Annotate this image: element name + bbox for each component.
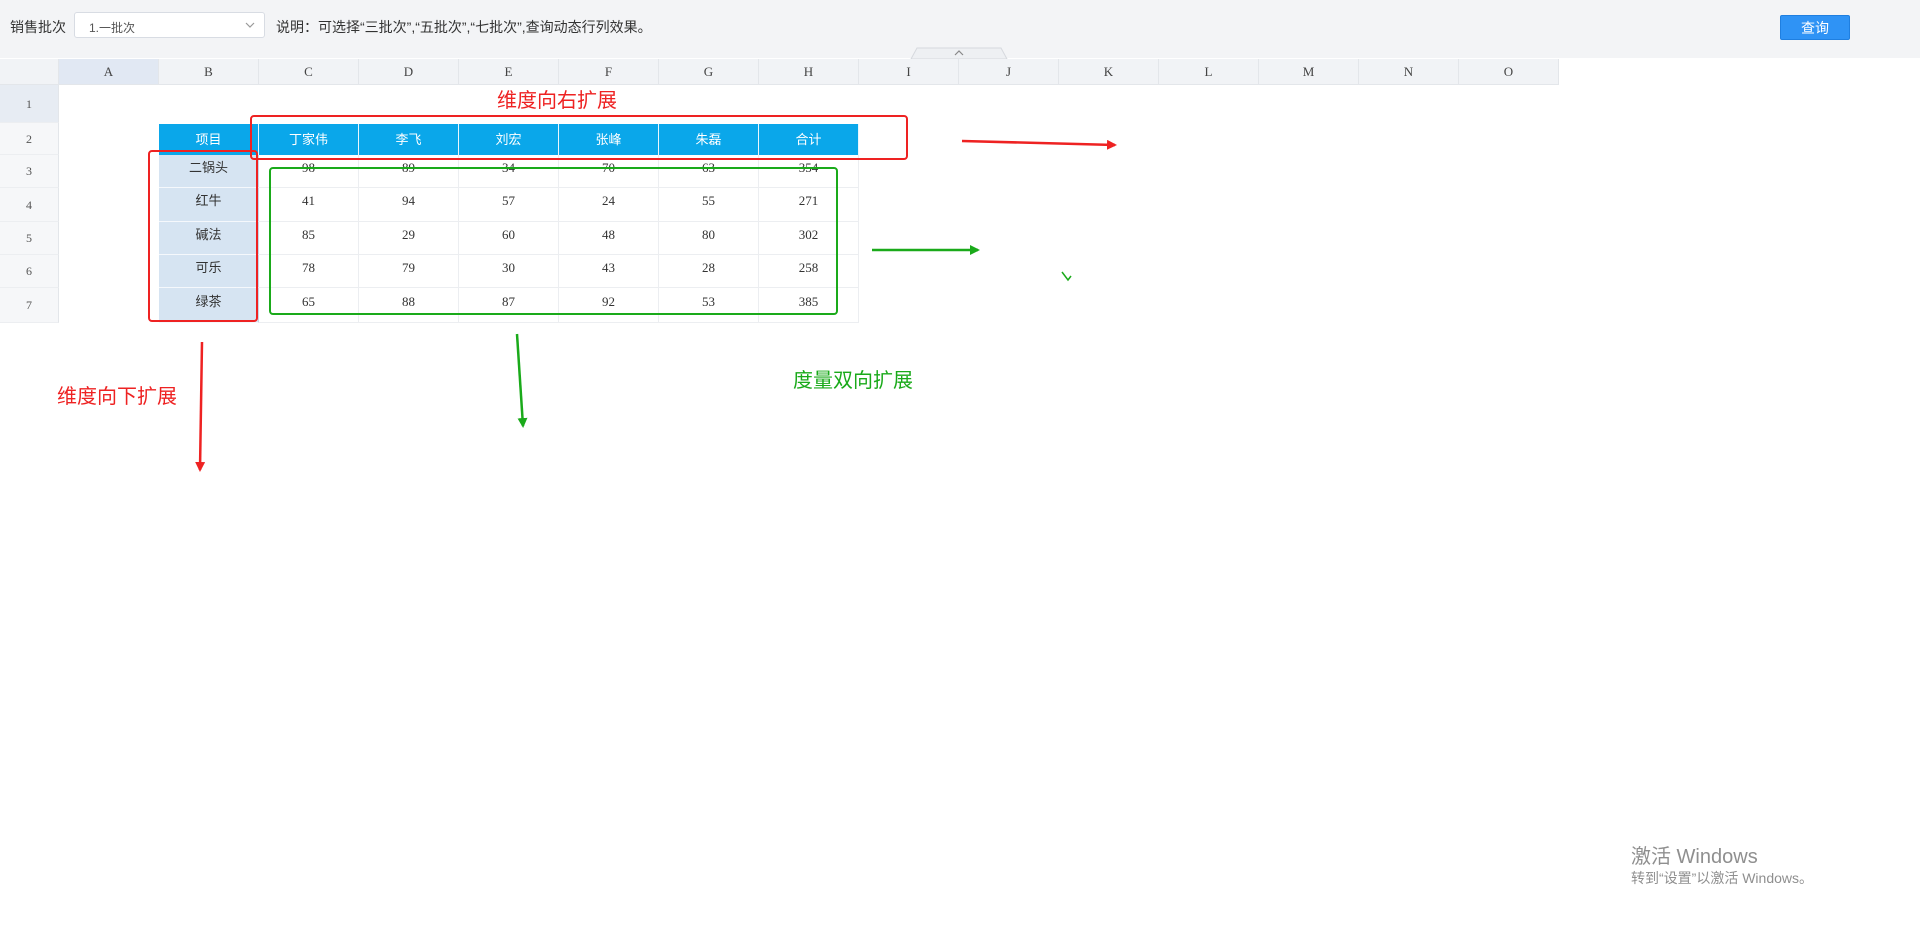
green-stroke-mark xyxy=(1061,271,1072,282)
down-arrow-green xyxy=(515,333,528,428)
annotation-expand-down: 维度向下扩展 xyxy=(57,386,177,408)
annotation-measure-both: 度量双向扩展 xyxy=(793,370,913,392)
windows-activation-subtitle: 转到“设置”以激活 Windows。 xyxy=(1631,870,1814,886)
annotation-layer xyxy=(148,115,1117,472)
measure-expand-box xyxy=(269,167,838,315)
annotation-expand-right: 维度向右扩展 xyxy=(497,90,617,112)
windows-activation-title: 激活 Windows xyxy=(1631,846,1758,868)
down-arrow-red xyxy=(195,341,206,472)
dimension-expand-box xyxy=(148,150,258,322)
header-expand-box xyxy=(250,115,908,160)
right-arrow-red xyxy=(961,139,1117,150)
